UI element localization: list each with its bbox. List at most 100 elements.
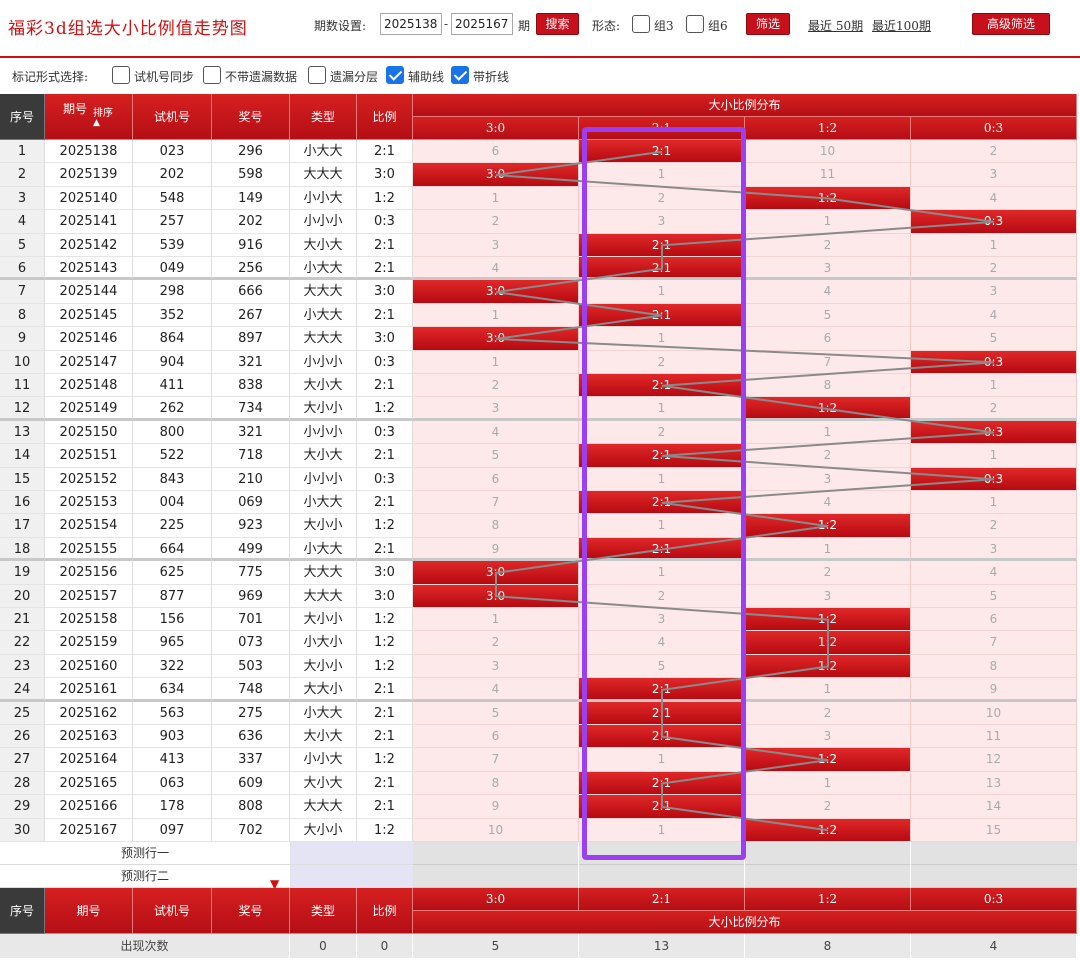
header-sort-label[interactable]: 排序 <box>93 104 113 119</box>
cell-type: 大大小 <box>290 678 357 702</box>
predict-cell[interactable] <box>745 865 911 888</box>
group3-checkbox[interactable] <box>632 15 650 33</box>
marker-option-label-2: 不带遗漏数据 <box>225 70 298 84</box>
cell-seq: 6 <box>0 257 45 281</box>
cell-type: 大大大 <box>290 584 357 608</box>
zone-miss-cell: 1 <box>911 444 1077 468</box>
zone-miss-cell: 8 <box>745 374 911 398</box>
zone-miss-cell: 9 <box>413 795 579 819</box>
cell-ratio: 3:0 <box>357 561 413 585</box>
cell-seq: 7 <box>0 280 45 304</box>
cell-test: 411 <box>133 374 212 398</box>
header-period[interactable]: 期号 排序 ▲ <box>45 94 133 140</box>
cell-type: 大大大 <box>290 163 357 187</box>
table-row: 7 2025144 298 666 大大大 3:0 3:0 1 4 3 <box>0 280 1077 304</box>
zone-miss-cell: 2 <box>745 561 911 585</box>
table-row: 13 2025150 800 321 小小小 0:3 4 2 1 0:3 <box>0 420 1077 445</box>
marker-option-checkbox-3[interactable] <box>308 66 326 84</box>
cell-prize: 069 <box>212 491 290 515</box>
filter-button[interactable]: 筛选 <box>746 13 790 35</box>
cell-prize: 701 <box>212 608 290 632</box>
predict-cell[interactable] <box>579 865 745 888</box>
predict-cell[interactable] <box>413 865 579 888</box>
table-row: 4 2025141 257 202 小小小 0:3 2 3 1 0:3 <box>0 210 1077 234</box>
predict-row-1[interactable]: 预测行一 <box>0 842 1077 865</box>
predict-row-2[interactable]: 预测行二 <box>0 865 1077 888</box>
cell-type: 大小小 <box>290 608 357 632</box>
cell-test: 156 <box>133 608 212 632</box>
cell-prize: 636 <box>212 725 290 749</box>
predict-row-1-zones[interactable] <box>413 842 1077 865</box>
table-row: 30 2025167 097 702 大小小 1:2 10 1 1:2 15 <box>0 818 1077 842</box>
cell-period: 2025141 <box>45 210 133 234</box>
marker-option-label-3: 遗漏分层 <box>330 70 379 84</box>
advanced-filter-button[interactable]: 高级筛选 <box>972 13 1050 35</box>
cell-prize: 210 <box>212 467 290 491</box>
zone-miss-cell: 1 <box>911 491 1077 515</box>
header-period-label: 期号 <box>63 102 88 116</box>
cell-type: 大大大 <box>290 795 357 819</box>
cell-test: 202 <box>133 163 212 187</box>
zone-miss-cell: 3 <box>745 257 911 281</box>
header-type: 类型 <box>290 94 357 140</box>
zone-miss-cell: 2 <box>413 374 579 398</box>
cell-type: 大小小 <box>290 654 357 679</box>
footer-zone-3: 1:2 <box>745 888 911 911</box>
cell-test: 903 <box>133 725 212 749</box>
predict-row-2-zones[interactable] <box>413 865 1077 888</box>
marker-option-checkbox-4[interactable] <box>386 66 404 84</box>
predict-cell[interactable] <box>413 842 579 865</box>
stats-row: 出现次数 0 0 5 13 8 4 <box>0 934 1077 958</box>
predict-row-2-ratio[interactable] <box>290 865 413 888</box>
zone-miss-cell: 2 <box>745 795 911 819</box>
marker-option-checkbox-5[interactable] <box>451 66 469 84</box>
zone-miss-cell: 3 <box>911 163 1077 187</box>
footer-header-ratio: 比例 <box>357 888 413 934</box>
table-row: 9 2025146 864 897 大大大 3:0 3:0 1 6 5 <box>0 327 1077 351</box>
cell-period: 2025146 <box>45 327 133 351</box>
cell-seq: 28 <box>0 771 45 796</box>
stats-zone-1: 5 <box>413 934 579 958</box>
cell-test: 625 <box>133 561 212 585</box>
recent-50-link[interactable]: 最近 50期 <box>808 17 863 34</box>
search-button[interactable]: 搜索 <box>536 13 579 35</box>
predict-row-1-label: 预测行一 <box>0 842 290 865</box>
cell-ratio: 2:1 <box>357 374 413 398</box>
zone-miss-cell: 2 <box>911 397 1077 421</box>
period-label: 期数设置: <box>314 19 367 33</box>
marker-option-checkbox-2[interactable] <box>203 66 221 84</box>
cell-test: 843 <box>133 467 212 491</box>
cell-period: 2025161 <box>45 678 133 702</box>
marker-option-checkbox-1[interactable] <box>112 66 130 84</box>
zone-miss-cell: 4 <box>413 678 579 702</box>
predict-row-1-ratio[interactable] <box>290 842 413 865</box>
zone-miss-cell: 2 <box>745 444 911 468</box>
table-row: 1 2025138 023 296 小大大 2:1 6 2:1 10 2 <box>0 140 1077 164</box>
cell-prize: 337 <box>212 748 290 772</box>
period-to-input[interactable] <box>451 13 513 35</box>
cell-ratio: 2:1 <box>357 678 413 702</box>
period-from-input[interactable] <box>380 13 442 35</box>
cell-seq: 11 <box>0 374 45 398</box>
cell-seq: 30 <box>0 818 45 842</box>
predict-cell[interactable] <box>579 842 745 865</box>
zone-miss-cell: 4 <box>413 420 579 445</box>
zone-miss-cell: 3 <box>745 725 911 749</box>
table-row: 5 2025142 539 916 大小大 2:1 3 2:1 2 1 <box>0 233 1077 257</box>
zone-miss-cell: 1 <box>413 186 579 211</box>
table-row: 22 2025159 965 073 小大小 1:2 2 4 1:2 7 <box>0 631 1077 655</box>
stats-zone-4: 4 <box>911 934 1077 958</box>
group6-checkbox[interactable] <box>686 15 704 33</box>
zone-miss-cell: 11 <box>745 163 911 187</box>
recent-100-link[interactable]: 最近100期 <box>872 17 931 34</box>
cell-type: 小小大 <box>290 748 357 772</box>
zone-miss-cell: 5 <box>413 701 579 725</box>
cell-type: 大小大 <box>290 771 357 796</box>
group3-label: 组3 <box>654 19 674 33</box>
zone-hit-cell: 2:1 <box>579 303 745 328</box>
zone-miss-cell: 1 <box>745 537 911 562</box>
predict-cell[interactable] <box>745 842 911 865</box>
zone-miss-cell: 4 <box>745 491 911 515</box>
cell-type: 大大大 <box>290 327 357 351</box>
cell-period: 2025166 <box>45 795 133 819</box>
